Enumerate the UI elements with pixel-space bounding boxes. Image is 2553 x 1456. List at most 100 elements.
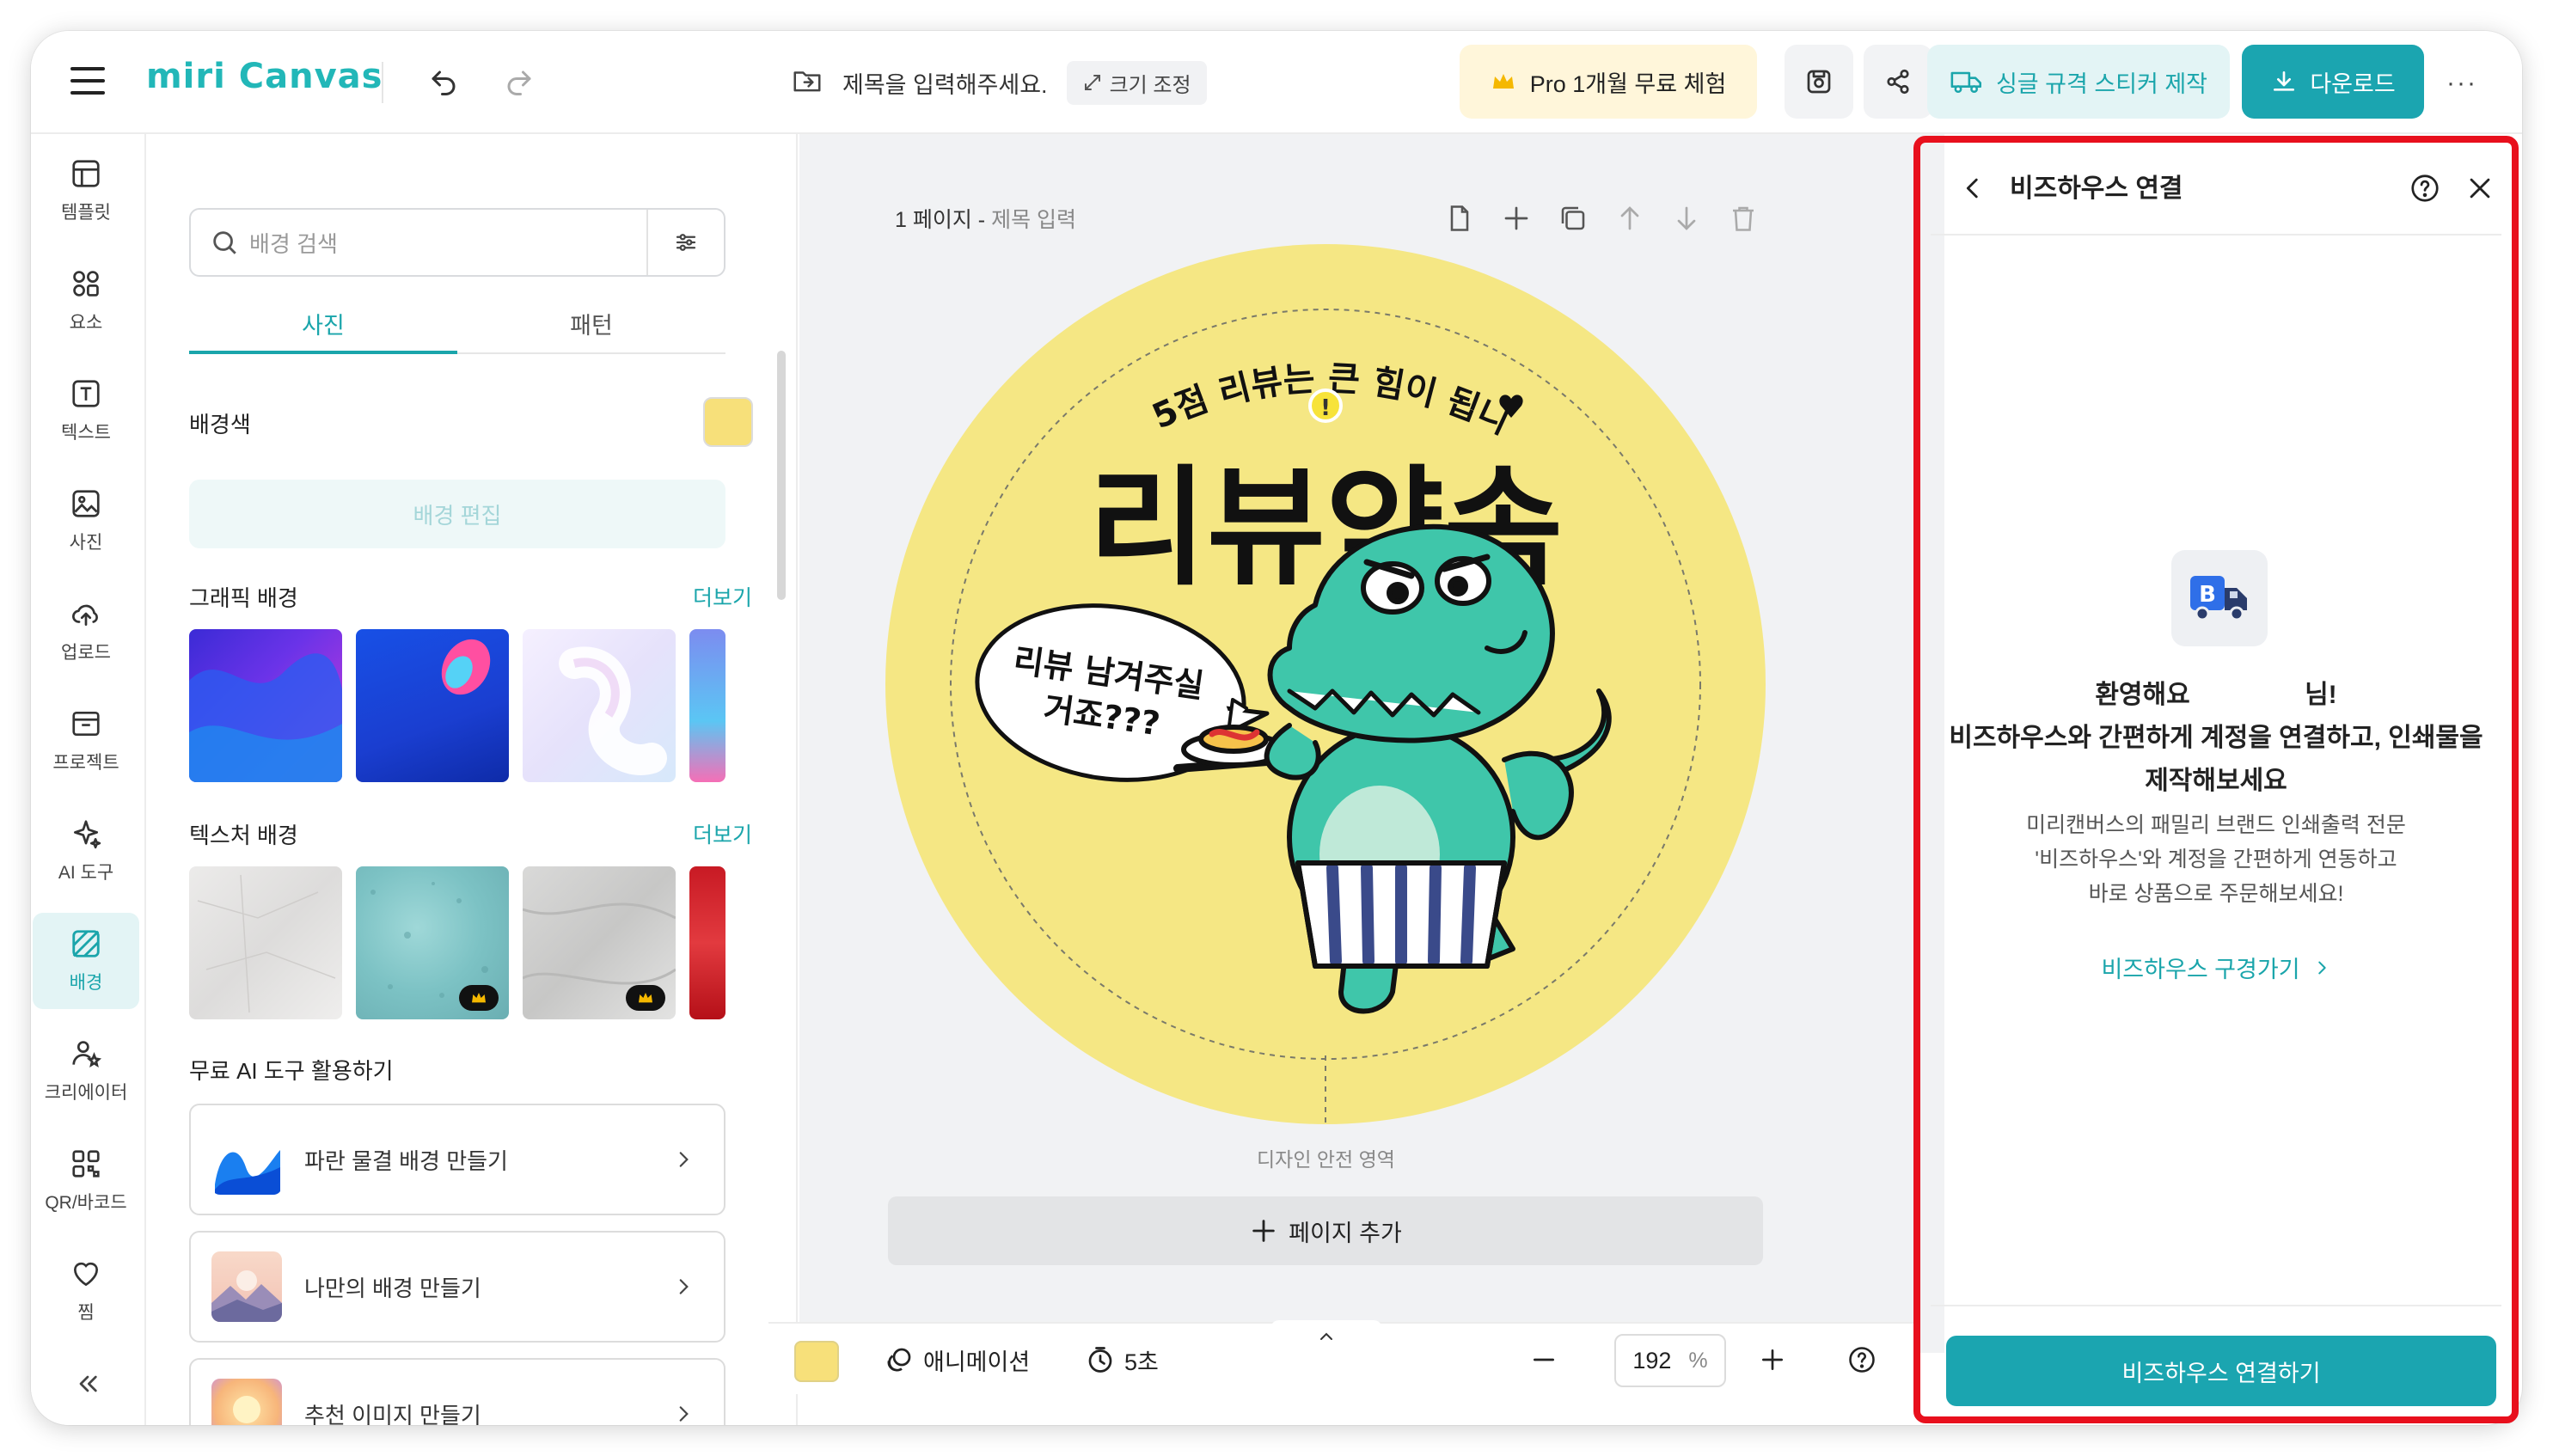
texture-bg-title: 텍스처 배경 [189,823,298,848]
texture-thumb[interactable] [189,866,342,1019]
graphic-thumb[interactable] [523,629,676,782]
graphic-more-link[interactable]: 더보기 [693,581,752,612]
rail-label: 배경 [69,973,103,993]
duration-label: 5초 [1124,1349,1159,1375]
new-page-icon[interactable] [1444,203,1475,234]
back-icon[interactable] [1951,167,1994,210]
rail-item-background[interactable]: 배경 [33,913,139,1009]
graphic-thumb[interactable] [356,629,509,782]
rail-item-favorites[interactable]: 찜 [33,1243,139,1339]
resize-label: 크기 조정 [1109,73,1191,97]
move-down-icon[interactable] [1671,203,1702,234]
qr-icon [72,1150,100,1178]
bg-edit-button[interactable]: 배경 편집 [189,480,725,548]
graphic-thumb-partial[interactable] [689,629,725,782]
rail-item-photo[interactable]: 사진 [33,473,139,569]
panel-scrollbar[interactable] [777,351,786,600]
rail-item-ai-tool[interactable]: AI 도구 [33,803,139,899]
trash-icon[interactable] [1728,203,1759,234]
rail-item-project[interactable]: 프로젝트 [33,693,139,789]
sticker-order-button[interactable]: 싱글 규격 스티커 제작 [1927,45,2230,119]
collapse-rail-icon[interactable] [69,1365,107,1403]
ai-tools-title: 무료 AI 도구 활용하기 [189,1058,394,1084]
redo-icon[interactable] [500,64,538,101]
expand-pages-tab[interactable] [1270,1320,1382,1351]
premium-crown-badge [626,985,665,1011]
close-icon[interactable] [2458,167,2501,210]
bizhouse-logo: B [2171,550,2268,646]
zoom-unit: % [1688,1348,1708,1373]
animation-button[interactable]: 애니메이션 [884,1324,1030,1396]
add-page-button[interactable]: 페이지 추가 [888,1196,1763,1265]
desc-line-1: 미리캔버스의 패밀리 브랜드 인쇄출력 전문 [2026,813,2406,837]
ai-card-blue-wave[interactable]: 파란 물결 배경 만들기 [189,1104,725,1215]
chevron-up-icon [1320,1332,1332,1340]
tab-pattern[interactable]: 패턴 [457,294,725,352]
page-tools [1444,203,1759,234]
safe-area-label: 디자인 안전 영역 [1257,1148,1395,1171]
rail-item-text[interactable]: 텍스트 [33,363,139,459]
page-title-input[interactable]: 제목 입력 [991,208,1076,232]
search-placeholder: 배경 검색 [249,230,338,257]
creator-icon [72,1041,102,1068]
ai-tool-icon [73,820,101,849]
more-options-icon[interactable]: ··· [2446,69,2477,98]
zoom-out-icon[interactable] [1525,1341,1563,1379]
menu-icon[interactable] [70,67,105,96]
pro-trial-button[interactable]: Pro 1개월 무료 체험 [1460,45,1757,119]
share-button[interactable] [1864,45,1932,119]
texture-thumb[interactable] [523,866,676,1019]
bizhouse-connect-button[interactable]: 비즈하우스 연결하기 [1946,1336,2496,1406]
background-search-field[interactable]: 배경 검색 [189,208,725,277]
rail-item-elements[interactable]: 요소 [33,253,139,349]
design-page[interactable]: 별 5점 리뷰는 큰 힘이 됩니다 ! 리뷰약속 리뷰 남겨주실 거죠??? [885,244,1766,1124]
help-icon[interactable] [2403,167,2446,210]
tab-photo[interactable]: 사진 [189,294,457,354]
bg-color-swatch[interactable] [703,397,753,447]
bg-color-label: 배경색 [189,412,251,437]
zoom-in-icon[interactable] [1754,1341,1791,1379]
welcome-line-1: 환영해요 님! [2095,681,2337,709]
bizhouse-visit-link[interactable]: 비즈하우스 구경가기 [1931,951,2501,984]
save-button[interactable] [1785,45,1853,119]
elements-icon [73,271,99,297]
timer-icon [1088,1347,1112,1373]
ai-card-recommended-image[interactable]: 추천 이미지 만들기 [189,1358,725,1425]
chevron-right-icon [679,1406,689,1422]
duration-button[interactable]: 5초 [1085,1324,1159,1396]
ai-card-my-background[interactable]: 나만의 배경 만들기 [189,1231,725,1343]
page-color-swatch[interactable] [794,1341,839,1382]
blue-wave-thumb [211,1124,282,1195]
rail-label: 사진 [69,533,103,553]
app-logo[interactable]: miri Canvas [146,57,383,96]
rail-label: 찜 [77,1303,95,1323]
texture-more-link[interactable]: 더보기 [693,818,752,849]
duplicate-icon[interactable] [1558,203,1589,234]
move-up-icon[interactable] [1614,203,1645,234]
welcome-line-3: 제작해보세요 [2145,767,2287,795]
project-icon [72,711,100,737]
zoom-level-input[interactable]: 192 % [1614,1334,1726,1387]
texture-thumb-partial[interactable] [689,866,725,1019]
top-header: miri Canvas 제목을 입력해주세요. 크기 조정 Pro 1개월 무료… [31,31,2522,134]
graphic-thumb[interactable] [189,629,342,782]
folder-move-icon[interactable] [791,64,823,101]
download-icon [2274,71,2295,91]
text-icon [72,380,100,407]
add-icon[interactable] [1501,203,1532,234]
resize-button[interactable]: 크기 조정 [1066,60,1207,105]
rail-item-qr[interactable]: QR/바코드 [33,1133,139,1229]
download-button[interactable]: 다운로드 [2242,45,2424,119]
filter-icon[interactable] [646,210,724,275]
rail-item-upload[interactable]: 업로드 [33,583,139,679]
undo-icon[interactable] [425,64,462,101]
rail-item-template[interactable]: 템플릿 [33,143,139,239]
help-icon[interactable] [1843,1341,1881,1379]
rail-item-creator[interactable]: 크리에이터 [33,1023,139,1119]
chevron-right-icon [679,1279,689,1294]
document-title[interactable]: 제목을 입력해주세요. [842,66,1048,100]
texture-thumb[interactable] [356,866,509,1019]
header-divider [382,62,383,103]
desc-line-2: '비즈하우스'와 계정을 간편하게 연동하고 [2035,847,2397,872]
panel-footer-divider [1931,1305,2501,1306]
